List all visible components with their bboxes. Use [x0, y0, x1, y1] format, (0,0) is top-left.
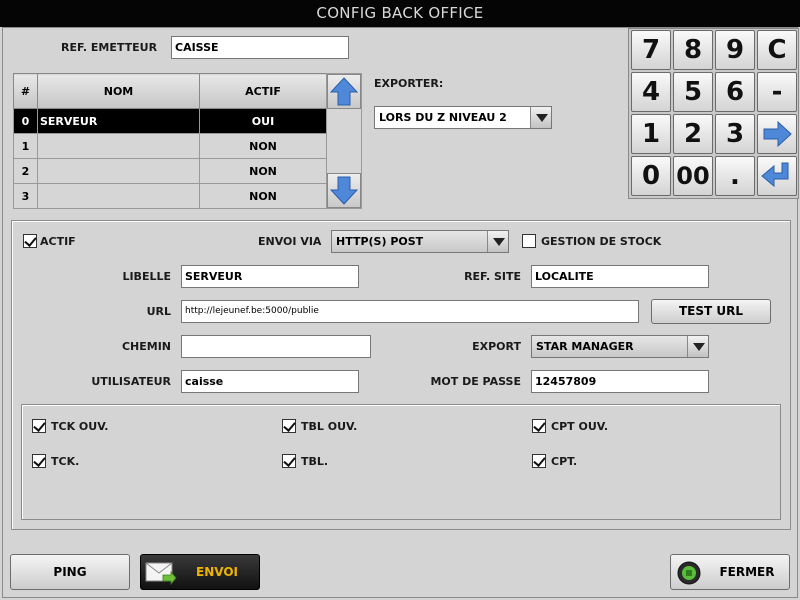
row-name: [37, 183, 200, 209]
config-back-office-window: CONFIG BACK OFFICE REF. EMETTEUR CAISSE …: [0, 0, 800, 600]
mot-de-passe-label: MOT DE PASSE: [430, 375, 521, 388]
chemin-label: CHEMIN: [121, 340, 171, 353]
tck-label: TCK.: [51, 455, 80, 468]
key-minus[interactable]: -: [757, 72, 797, 112]
cpt-label: CPT.: [551, 455, 578, 468]
destination-table: # NOM ACTIF 0 SERVEUR OUI 1 NON 2 NON 3 …: [13, 73, 327, 209]
column-header-index: #: [13, 73, 38, 109]
row-name: [37, 158, 200, 184]
envoi-button[interactable]: ENVOI: [140, 554, 260, 590]
gestion-stock-label: GESTION DE STOCK: [541, 235, 662, 248]
libelle-label: LIBELLE: [122, 270, 171, 283]
tbl-checkbox[interactable]: [282, 454, 296, 468]
arrow-up-icon: [329, 77, 359, 106]
key-8[interactable]: 8: [673, 30, 713, 70]
export-value: STAR MANAGER: [536, 340, 634, 353]
key-9[interactable]: 9: [715, 30, 755, 70]
row-index: 1: [13, 133, 38, 159]
table-row[interactable]: 3 NON: [13, 183, 327, 209]
close-icon: [677, 561, 701, 585]
options-group: [21, 404, 781, 520]
libelle-input[interactable]: SERVEUR: [181, 265, 359, 288]
tck-checkbox[interactable]: [32, 454, 46, 468]
tbl-label: TBL.: [301, 455, 329, 468]
test-url-button[interactable]: TEST URL: [651, 299, 771, 324]
utilisateur-input[interactable]: caisse: [181, 370, 359, 393]
ref-site-label: REF. SITE: [464, 270, 521, 283]
mot-de-passe-input[interactable]: 12457809: [531, 370, 709, 393]
row-index: 0: [13, 108, 38, 134]
ref-emetteur-input[interactable]: CAISSE: [171, 36, 349, 59]
scroll-up-button[interactable]: [327, 74, 361, 109]
export-select[interactable]: STAR MANAGER: [531, 335, 709, 358]
envoi-via-label: ENVOI VIA: [258, 235, 322, 248]
key-next[interactable]: [757, 114, 797, 154]
utilisateur-label: UTILISATEUR: [91, 375, 171, 388]
key-0[interactable]: 0: [631, 156, 671, 196]
cpt-checkbox[interactable]: [532, 454, 546, 468]
chevron-down-icon: [487, 231, 508, 252]
exporter-select[interactable]: LORS DU Z NIVEAU 2: [374, 106, 552, 129]
key-5[interactable]: 5: [673, 72, 713, 112]
tck-ouv-checkbox[interactable]: [32, 419, 46, 433]
key-decimal[interactable]: .: [715, 156, 755, 196]
ref-site-input[interactable]: LOCALITE: [531, 265, 709, 288]
envelope-icon: [145, 562, 177, 585]
key-7[interactable]: 7: [631, 30, 671, 70]
key-6[interactable]: 6: [715, 72, 755, 112]
tbl-ouv-checkbox[interactable]: [282, 419, 296, 433]
url-input[interactable]: http://lejeunef.be:5000/publie: [181, 300, 639, 323]
window-title: CONFIG BACK OFFICE: [0, 0, 800, 27]
chemin-input[interactable]: [181, 335, 371, 358]
tck-ouv-label: TCK OUV.: [51, 420, 109, 433]
row-index: 2: [13, 158, 38, 184]
gestion-stock-checkbox[interactable]: [522, 234, 536, 248]
envoi-via-select[interactable]: HTTP(S) POST: [331, 230, 509, 253]
table-row[interactable]: 1 NON: [13, 133, 327, 159]
row-active: NON: [199, 158, 327, 184]
key-2[interactable]: 2: [673, 114, 713, 154]
key-enter[interactable]: [757, 156, 797, 196]
envoi-via-value: HTTP(S) POST: [336, 235, 424, 248]
actif-label: ACTIF: [40, 235, 76, 248]
row-name: [37, 133, 200, 159]
envoi-label: ENVOI: [196, 565, 238, 579]
arrow-right-icon: [763, 120, 792, 148]
export-label: EXPORT: [472, 340, 521, 353]
column-header-actif: ACTIF: [199, 73, 327, 109]
row-name: SERVEUR: [37, 108, 200, 134]
fermer-label: FERMER: [719, 565, 775, 579]
exporter-label: EXPORTER:: [374, 77, 444, 90]
key-4[interactable]: 4: [631, 72, 671, 112]
row-active: NON: [199, 183, 327, 209]
ref-emetteur-label: REF. EMETTEUR: [61, 41, 158, 54]
row-active: OUI: [199, 108, 327, 134]
row-index: 3: [13, 183, 38, 209]
actif-checkbox[interactable]: [23, 234, 37, 248]
key-1[interactable]: 1: [631, 114, 671, 154]
tbl-ouv-label: TBL OUV.: [301, 420, 358, 433]
key-clear[interactable]: C: [757, 30, 797, 70]
dialog-body: REF. EMETTEUR CAISSE # NOM ACTIF 0 SERVE…: [2, 27, 799, 598]
arrow-down-icon: [329, 176, 359, 205]
fermer-button[interactable]: FERMER: [670, 554, 790, 590]
enter-arrow-icon: [761, 162, 789, 188]
key-00[interactable]: 00: [673, 156, 713, 196]
key-3[interactable]: 3: [715, 114, 755, 154]
cpt-ouv-checkbox[interactable]: [532, 419, 546, 433]
column-header-nom: NOM: [37, 73, 200, 109]
chevron-down-icon: [687, 336, 708, 357]
scroll-down-button[interactable]: [327, 173, 361, 208]
table-row[interactable]: 2 NON: [13, 158, 327, 184]
url-label: URL: [146, 305, 171, 318]
cpt-ouv-label: CPT OUV.: [551, 420, 609, 433]
chevron-down-icon: [530, 107, 551, 128]
ping-button[interactable]: PING: [10, 554, 130, 590]
table-row[interactable]: 0 SERVEUR OUI: [13, 108, 327, 134]
row-active: NON: [199, 133, 327, 159]
exporter-select-value: LORS DU Z NIVEAU 2: [379, 111, 507, 124]
